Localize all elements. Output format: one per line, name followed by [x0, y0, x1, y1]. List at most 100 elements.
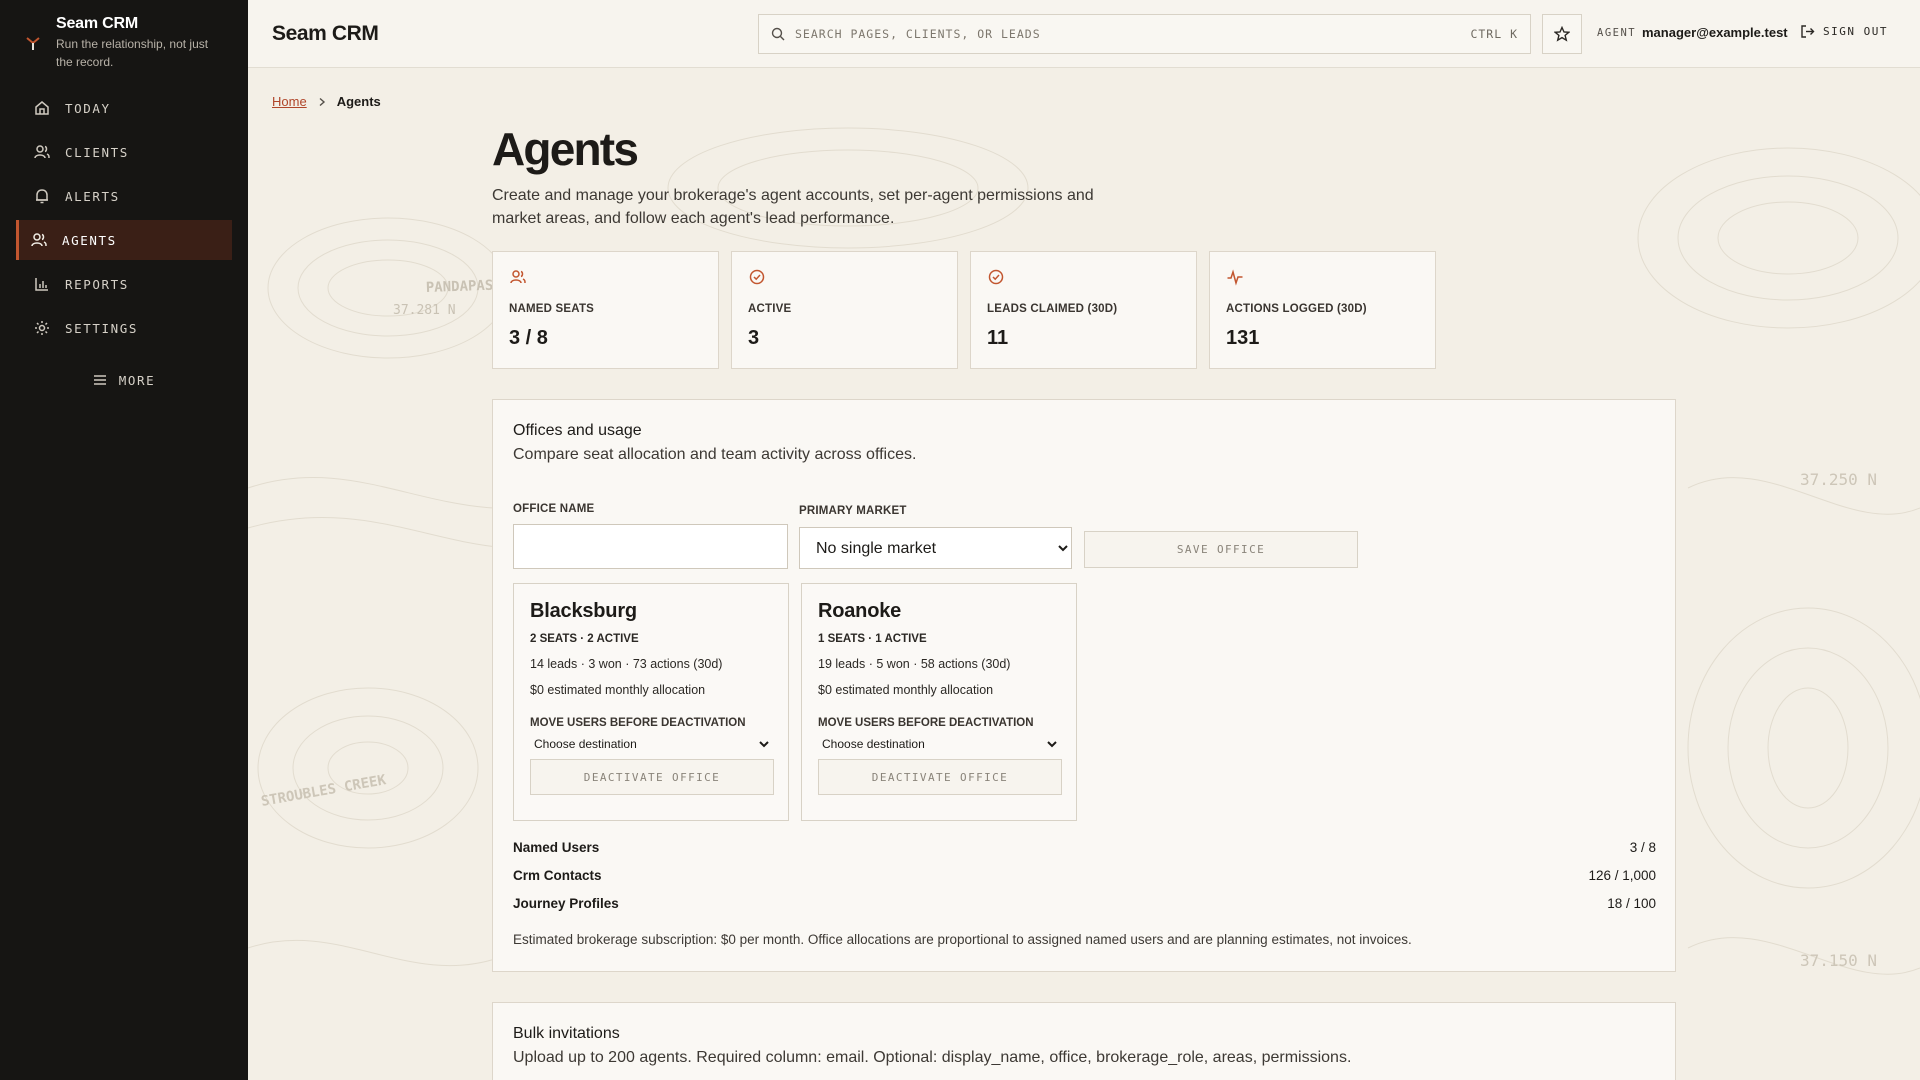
destination-select[interactable]: Choose destination: [818, 733, 1060, 755]
page-title: Agents: [492, 123, 639, 175]
map-label-latitude: 37.150 N: [1800, 951, 1877, 970]
users-icon: [34, 145, 50, 159]
office-activity: 19 leads · 5 won · 58 actions (30d): [818, 657, 1011, 671]
usage-name: Crm Contacts: [513, 868, 602, 883]
stats-row: NAMED SEATS 3 / 8 ACTIVE 3 LEADS CLAIMED…: [492, 251, 1436, 369]
usage-value: 126 / 1,000: [1588, 868, 1656, 883]
stat-label: ACTIONS LOGGED (30D): [1226, 303, 1367, 315]
menu-icon: [93, 375, 106, 385]
gear-icon: [35, 321, 49, 335]
office-card-roanoke: Roanoke 1 SEATS · 1 ACTIVE 19 leads · 5 …: [801, 583, 1077, 821]
sidebar-item-settings[interactable]: SETTINGS: [16, 308, 232, 348]
usage-row-named-users: Named Users 3 / 8: [513, 840, 1656, 855]
map-label-latitude: 37.250 N: [1800, 470, 1877, 489]
stat-value: 3 / 8: [509, 327, 548, 349]
sign-out-button[interactable]: SIGN OUT: [1800, 24, 1888, 39]
users-icon: [31, 233, 47, 247]
usage-name: Named Users: [513, 840, 600, 855]
sidebar-item-label: ALERTS: [65, 188, 120, 204]
home-icon: [35, 101, 49, 115]
map-label-pandapas: PANDAPAS: [426, 278, 494, 296]
sidebar-item-today[interactable]: TODAY: [16, 88, 232, 128]
sidebar-item-label: TODAY: [65, 100, 111, 116]
save-office-button[interactable]: SAVE OFFICE: [1084, 531, 1358, 568]
stat-card-actions-logged: ACTIONS LOGGED (30D) 131: [1209, 251, 1436, 369]
page-description: Create and manage your brokerage's agent…: [492, 187, 1094, 227]
deactivate-office-button[interactable]: DEACTIVATE OFFICE: [530, 759, 774, 795]
brand-name: Seam CRM: [56, 15, 138, 32]
offices-panel: Offices and usage Compare seat allocatio…: [492, 399, 1676, 972]
usage-value: 18 / 100: [1607, 896, 1656, 911]
more-button[interactable]: MORE: [0, 368, 248, 392]
app-title: Seam CRM: [272, 22, 379, 45]
users-icon: [510, 270, 526, 284]
breadcrumb-current: Agents: [336, 94, 381, 109]
office-name-label: OFFICE NAME: [513, 503, 595, 515]
search-input[interactable]: [795, 27, 1461, 41]
office-allocation: $0 estimated monthly allocation: [530, 683, 706, 697]
sidebar-item-label: REPORTS: [65, 276, 129, 292]
search-icon: [771, 27, 785, 41]
bell-icon: [36, 189, 48, 204]
agent-label: AGENT: [1597, 27, 1637, 39]
star-icon: [1554, 26, 1570, 42]
office-seats: 2 SEATS · 2 ACTIVE: [530, 633, 639, 645]
office-allocation: $0 estimated monthly allocation: [818, 683, 994, 697]
move-users-label: MOVE USERS BEFORE DEACTIVATION: [818, 717, 1034, 729]
check-circle-icon: [988, 269, 1004, 285]
panel-subtitle: Compare seat allocation and team activit…: [513, 446, 917, 463]
check-circle-icon: [749, 269, 765, 285]
office-card-blacksburg: Blacksburg 2 SEATS · 2 ACTIVE 14 leads ·…: [513, 583, 789, 821]
favorite-button[interactable]: [1542, 14, 1582, 54]
sidebar-item-clients[interactable]: CLIENTS: [16, 132, 232, 172]
bulk-invitations-panel: Bulk invitations Upload up to 200 agents…: [492, 1002, 1676, 1080]
breadcrumb-home-link[interactable]: Home: [272, 94, 307, 109]
stat-label: ACTIVE: [748, 303, 792, 315]
panel-subtitle: Upload up to 200 agents. Required column…: [513, 1049, 1352, 1066]
office-activity: 14 leads · 3 won · 73 actions (30d): [530, 657, 723, 671]
sidebar-item-alerts[interactable]: ALERTS: [16, 176, 232, 216]
agent-email: manager@example.test: [1642, 25, 1788, 40]
sidebar-item-label: CLIENTS: [65, 144, 129, 160]
usage-value: 3 / 8: [1629, 840, 1656, 855]
seam-logo-icon: [26, 37, 40, 50]
sidebar: Seam CRM Run the relationship, not just …: [0, 0, 248, 1080]
search-shortcut: CTRL K: [1470, 27, 1518, 41]
stat-card-leads-claimed: LEADS CLAIMED (30D) 11: [970, 251, 1197, 369]
stat-value: 11: [987, 327, 1009, 349]
destination-select[interactable]: Choose destination: [530, 733, 772, 755]
sidebar-item-agents[interactable]: AGENTS: [16, 220, 232, 260]
bar-chart-icon: [35, 278, 48, 291]
subscription-note: Estimated brokerage subscription: $0 per…: [513, 932, 1412, 947]
sign-out-label: SIGN OUT: [1823, 25, 1888, 38]
sidebar-item-label: SETTINGS: [65, 320, 139, 336]
usage-row-crm-contacts: Crm Contacts 126 / 1,000: [513, 868, 1656, 883]
stat-label: LEADS CLAIMED (30D): [987, 303, 1118, 315]
more-label: MORE: [118, 372, 156, 388]
activity-icon: [1227, 269, 1243, 286]
stat-value: 3: [748, 327, 760, 349]
brand: Seam CRM Run the relationship, not just …: [0, 0, 248, 88]
office-seats: 1 SEATS · 1 ACTIVE: [818, 633, 927, 645]
stat-card-active: ACTIVE 3: [731, 251, 958, 369]
sidebar-item-reports[interactable]: REPORTS: [16, 264, 232, 304]
breadcrumb: Home Agents: [272, 94, 381, 109]
map-label-creek: STROUBLES CREEK: [260, 772, 388, 810]
office-name-input[interactable]: [513, 524, 788, 569]
sign-out-icon: [1801, 25, 1815, 38]
search-box[interactable]: CTRL K: [758, 14, 1531, 54]
office-name: Roanoke: [818, 600, 902, 622]
chevron-right-icon: [319, 97, 325, 106]
sidebar-item-label: AGENTS: [62, 232, 117, 248]
usage-row-journey-profiles: Journey Profiles 18 / 100: [513, 896, 1656, 911]
deactivate-office-button[interactable]: DEACTIVATE OFFICE: [818, 759, 1062, 795]
stat-value: 131: [1226, 327, 1260, 349]
brand-tagline: Run the relationship, not just the recor…: [56, 37, 209, 69]
primary-market-select[interactable]: No single market: [799, 527, 1072, 569]
primary-market-label: PRIMARY MARKET: [799, 505, 907, 517]
usage-name: Journey Profiles: [513, 896, 619, 911]
topbar: Seam CRM CTRL K AGENT manager@example.te…: [248, 0, 1920, 68]
move-users-label: MOVE USERS BEFORE DEACTIVATION: [530, 717, 746, 729]
office-name: Blacksburg: [530, 600, 637, 622]
panel-title: Bulk invitations: [513, 1025, 620, 1042]
